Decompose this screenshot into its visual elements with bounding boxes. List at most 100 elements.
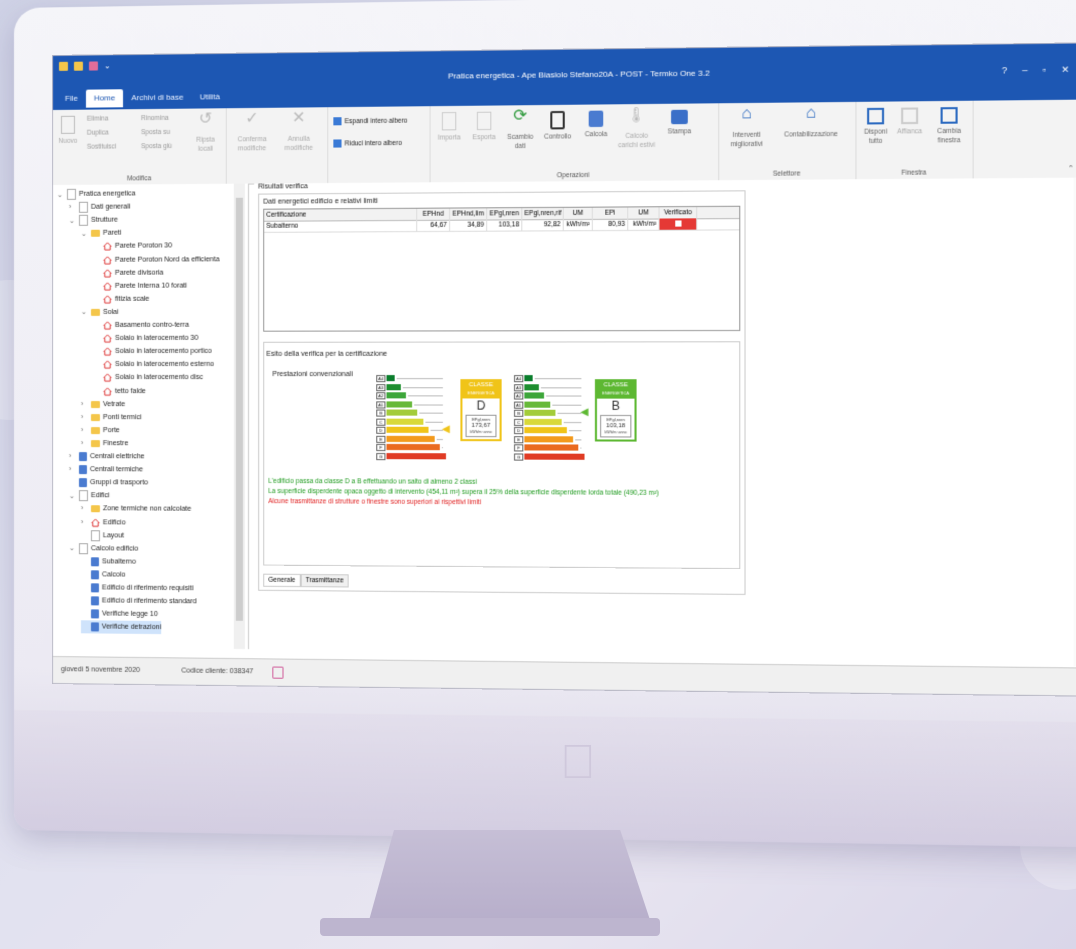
help-button[interactable]: ? [1002, 65, 1007, 76]
replace-button[interactable]: Sostituisci [87, 143, 116, 150]
open-icon[interactable] [58, 61, 68, 71]
tree-item[interactable]: ⌄ Solai [81, 306, 119, 319]
tree-item[interactable]: ⌄ Pareti [81, 227, 121, 240]
tree-item[interactable]: Verifiche legge 10 [81, 607, 158, 621]
tab-file[interactable]: File [57, 90, 86, 108]
tree-item[interactable]: › Finestre [81, 437, 128, 450]
collapse-ribbon-icon[interactable]: ⌃ [1068, 164, 1074, 172]
improvements-button[interactable]: ⌂ Interventi migliorativi [722, 105, 770, 149]
tree-item[interactable]: Solaio in laterocemento 30 [93, 332, 198, 345]
tree-item[interactable]: ⌄ Edifici [69, 489, 110, 502]
expand-chevron-icon[interactable]: › [69, 204, 76, 211]
column-header[interactable]: EPi [592, 207, 629, 219]
tree-item[interactable]: Edificio di riferimento standard [81, 594, 197, 608]
calculate-button[interactable]: Calcola [580, 110, 611, 139]
tab-home[interactable]: Home [85, 89, 124, 108]
tree-item[interactable]: Solaio in laterocemento esterno [93, 358, 214, 371]
column-header[interactable]: UM [628, 207, 660, 219]
column-header[interactable]: EPHnd [417, 208, 451, 220]
expand-chevron-icon[interactable]: ⌄ [81, 308, 88, 316]
close-button[interactable]: ✕ [1061, 64, 1069, 76]
tree-item[interactable]: Basamento contro-terra [93, 319, 189, 332]
table-row[interactable]: Subalterno 64,67 34,89 103,18 92,82 kWh/m² 80,… [264, 218, 740, 233]
tile-button[interactable]: Affianca [894, 107, 926, 136]
tree-item[interactable]: › Centrali elettriche [69, 450, 145, 463]
column-header[interactable]: Verificato [659, 207, 698, 219]
minimize-button[interactable]: – [1022, 65, 1027, 76]
confirm-changes-button[interactable]: ✓ Conferma modifiche [230, 110, 275, 154]
column-header[interactable]: EPgl,nren [487, 208, 523, 220]
expand-chevron-icon[interactable]: ⌄ [81, 230, 88, 238]
folder-icon[interactable] [73, 61, 83, 71]
expand-chevron-icon[interactable]: › [69, 453, 76, 460]
expand-chevron-icon[interactable]: › [81, 427, 88, 434]
arrange-all-button[interactable]: Disponi tutto [860, 107, 892, 146]
tree-item[interactable]: › Edificio [81, 516, 126, 529]
expand-tree-button[interactable]: Espandi intero albero [333, 117, 407, 126]
tree-item[interactable]: ⌄ Calcolo edificio [69, 542, 138, 556]
tree-item[interactable]: › Centrali termiche [69, 463, 143, 476]
restore-button[interactable]: ▫ [1043, 65, 1046, 76]
tree-item[interactable]: Solaio in laterocemento disc [93, 371, 203, 384]
duplicate-button[interactable]: Duplica [87, 129, 109, 136]
tree-item[interactable]: Subalterno [81, 555, 136, 568]
move-up-button[interactable]: Sposta su [141, 129, 170, 136]
tree-item[interactable]: Gruppi di trasporto [69, 476, 148, 489]
tree-item[interactable]: ⌄ Pratica energetica [57, 187, 135, 201]
tree-item[interactable]: ⌄ Strutture [69, 214, 118, 227]
delete-button[interactable]: Elimina [87, 115, 108, 122]
expand-chevron-icon[interactable]: › [81, 440, 88, 447]
switch-window-button[interactable]: Cambia finestra [930, 107, 968, 146]
tab-generale[interactable]: Generale [263, 573, 301, 588]
tree-item[interactable]: tetto falde [93, 385, 146, 398]
save-icon[interactable] [272, 666, 284, 679]
accounting-button[interactable]: ⌂ Contabilizzazione [777, 104, 845, 140]
tree-item[interactable]: Verifiche detrazioni [80, 620, 162, 635]
export-button[interactable]: Esporta [469, 111, 500, 143]
summer-load-button[interactable]: 🌡 Calcolo carichi estivi [616, 106, 658, 150]
tree-item[interactable]: Layout [81, 529, 124, 542]
column-header[interactable]: UM [563, 207, 593, 220]
tree-item[interactable]: Parete divisoria [93, 266, 163, 279]
save-icon[interactable] [88, 61, 98, 71]
new-button[interactable]: Nuovo [57, 115, 79, 146]
data-exchange-button[interactable]: ⟳ Scambio dati [504, 107, 537, 151]
import-button[interactable]: Importa [434, 112, 465, 143]
expand-chevron-icon[interactable]: ⌄ [69, 217, 76, 225]
print-button[interactable]: Stampa [664, 109, 695, 137]
expand-chevron-icon[interactable]: › [81, 401, 88, 408]
expand-chevron-icon[interactable]: ⌄ [57, 190, 64, 198]
tree-item[interactable]: Parete Poroton 30 [93, 240, 172, 253]
tree-item[interactable]: › Zone termiche non calcolate [81, 503, 191, 517]
column-header[interactable]: EPHnd,lim [450, 208, 488, 220]
tab-trasmittanze[interactable]: Trasmittanze [300, 573, 349, 588]
tree-item[interactable]: Solaio in laterocemento portico [93, 345, 212, 358]
column-header[interactable]: Certificazione [264, 208, 418, 221]
check-button[interactable]: Controllo [541, 110, 574, 142]
restore-locals-button[interactable]: ↺ Ripsta locali [189, 110, 221, 154]
qat-dropdown-icon[interactable]: ⌄ [104, 61, 111, 70]
expand-chevron-icon[interactable]: › [81, 506, 88, 513]
expand-chevron-icon[interactable]: › [81, 519, 88, 526]
expand-chevron-icon[interactable]: › [81, 414, 88, 421]
tab-archivi[interactable]: Archivi di base [123, 88, 191, 107]
verified-checkbox[interactable] [659, 218, 698, 230]
tree-item[interactable]: Edificio di riferimento requisiti [81, 581, 193, 595]
tree-item[interactable]: › Dati generali [69, 201, 130, 214]
tree-item[interactable]: fitizia scale [93, 293, 149, 306]
move-down-button[interactable]: Sposta giù [141, 143, 172, 150]
tree-item[interactable]: Calcolo [81, 568, 125, 581]
column-header[interactable]: EPgl,nren,rif [522, 207, 564, 220]
tree-item[interactable]: Parete Interna 10 forati [93, 279, 187, 292]
expand-chevron-icon[interactable]: › [69, 466, 76, 473]
cancel-changes-button[interactable]: ✕ Annulla modifiche [276, 109, 321, 153]
tree-item[interactable]: › Vetrate [81, 398, 125, 411]
rename-button[interactable]: Rinomina [141, 115, 169, 122]
tree-item[interactable]: › Ponti termici [81, 411, 142, 424]
collapse-tree-button[interactable]: Riduci intero albero [333, 139, 402, 148]
tree-scroll-thumb[interactable] [235, 197, 243, 621]
tab-utilita[interactable]: Utilità [192, 88, 228, 106]
expand-chevron-icon[interactable]: ⌄ [69, 544, 76, 552]
expand-chevron-icon[interactable]: ⌄ [69, 492, 76, 500]
tree-item[interactable]: › Porte [81, 424, 120, 437]
